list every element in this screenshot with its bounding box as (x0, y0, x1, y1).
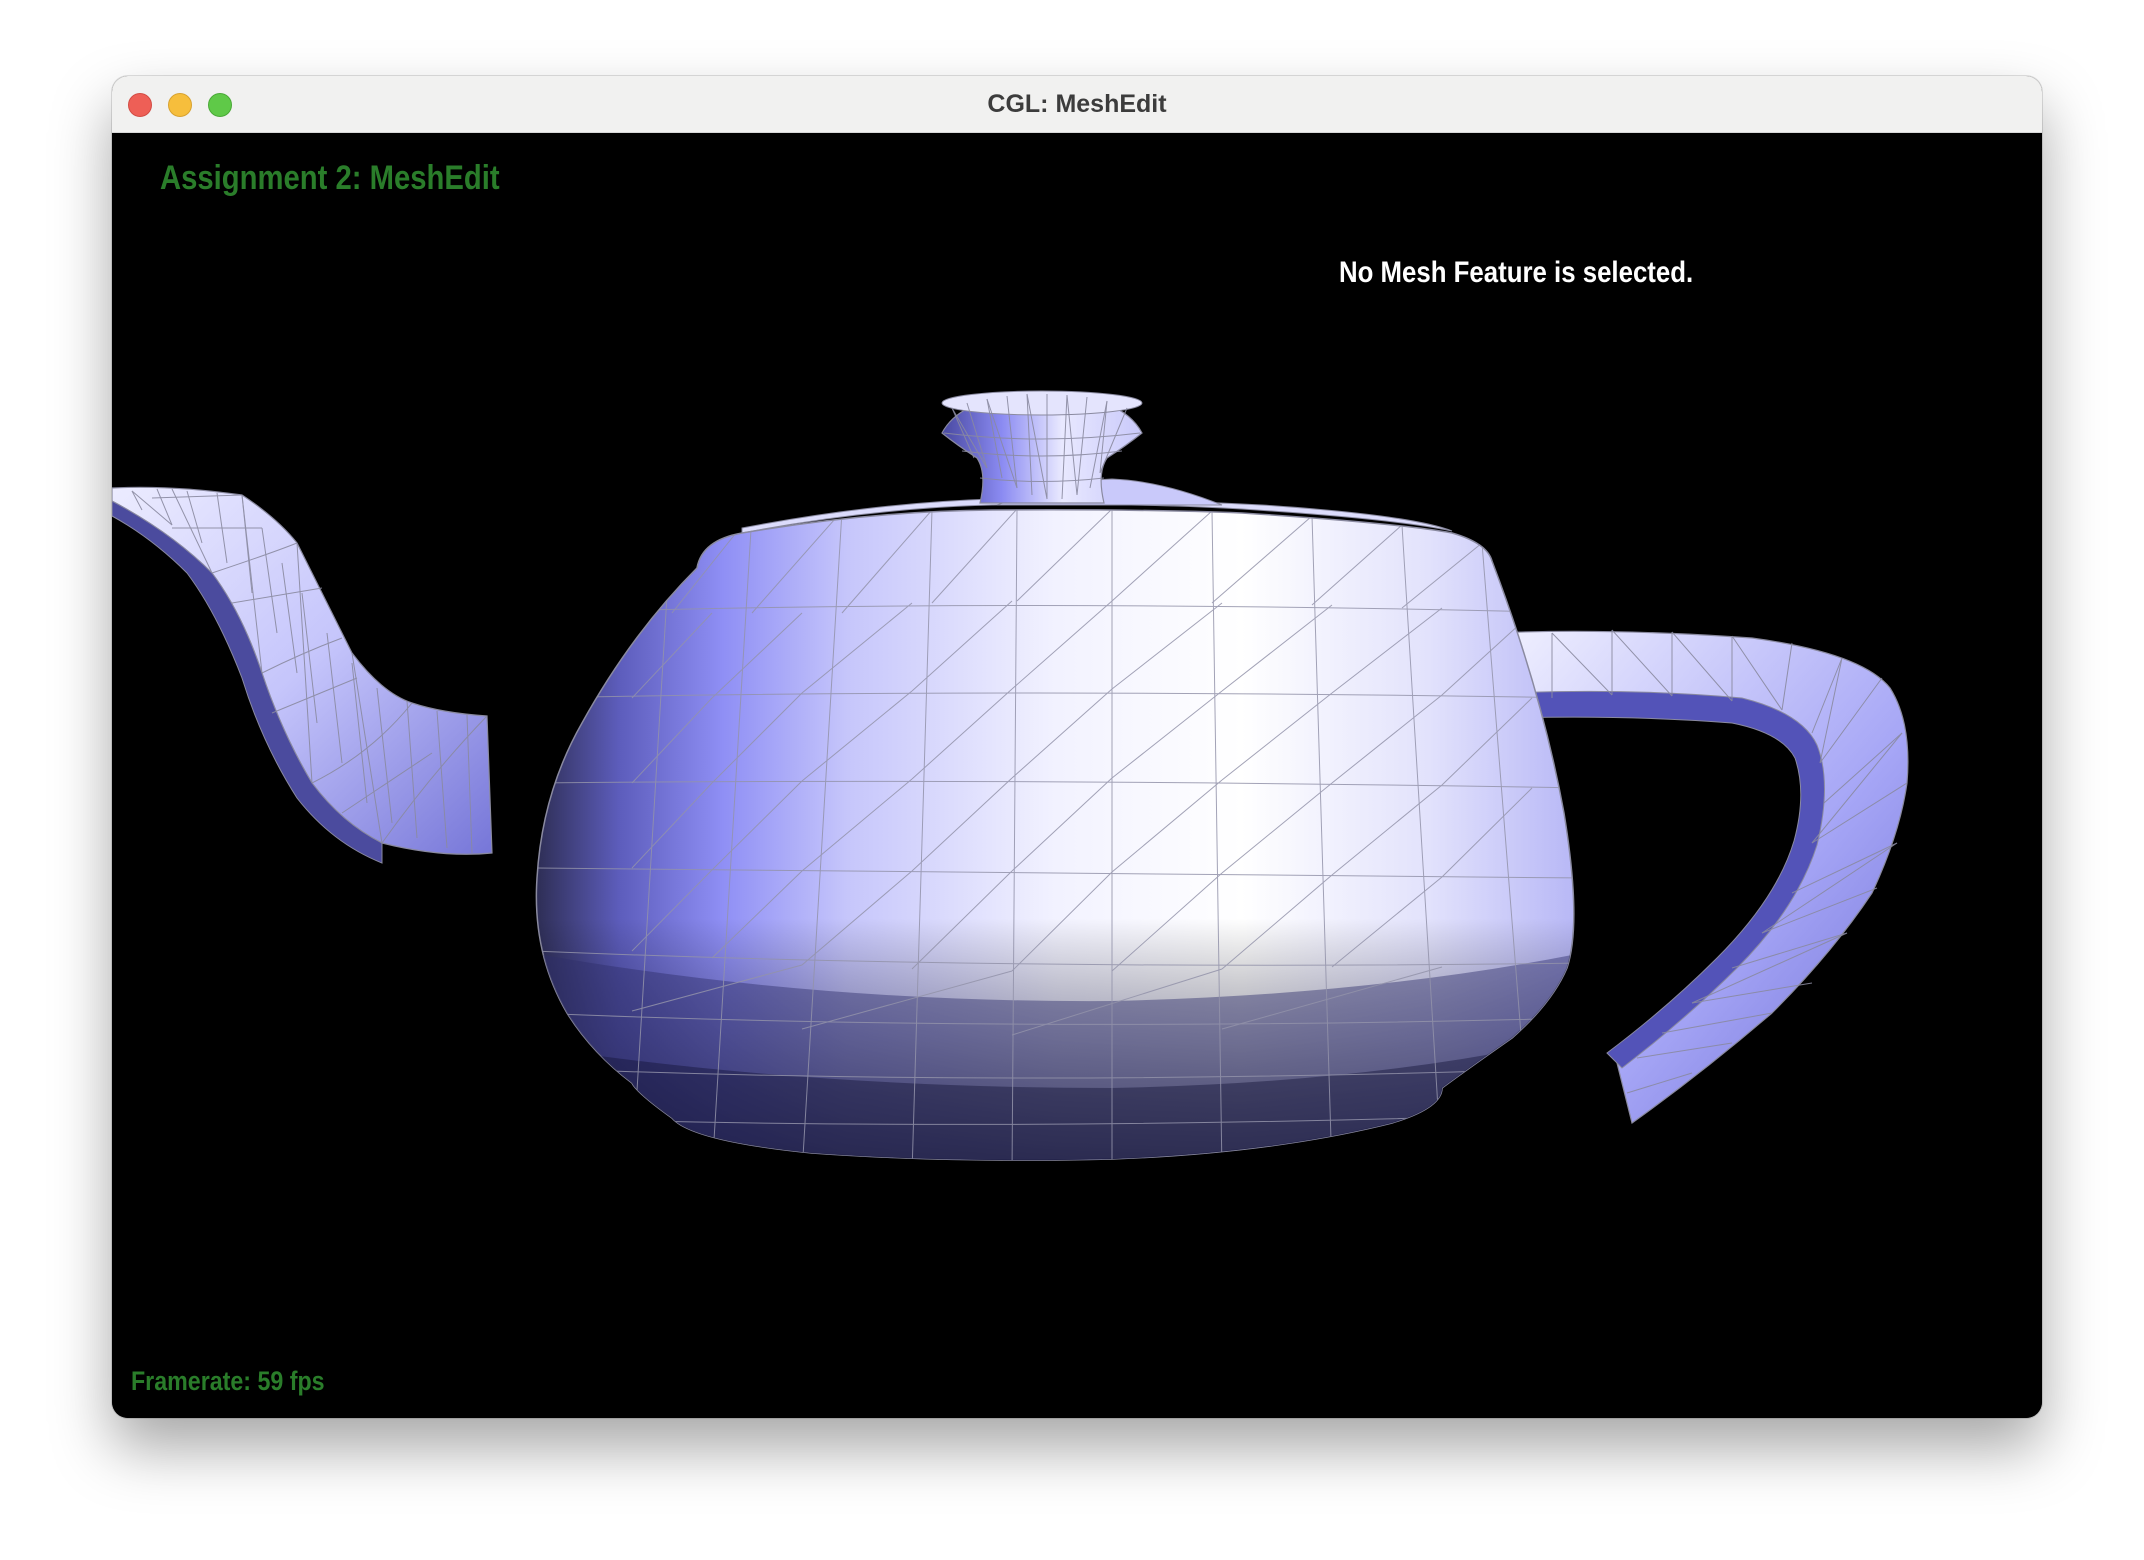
selection-status-text: No Mesh Feature is selected. (1339, 256, 1694, 289)
assignment-title: Assignment 2: MeshEdit (160, 159, 500, 197)
teapot-spout (112, 486, 493, 864)
teapot-body (535, 509, 1575, 1161)
title-bar[interactable]: CGL: MeshEdit (112, 76, 2042, 133)
app-window: CGL: MeshEdit Assignment 2: MeshEdit No … (112, 76, 2042, 1418)
teapot-mesh-render[interactable] (112, 133, 2042, 1418)
framerate-readout: Framerate: 59 fps (131, 1366, 325, 1396)
window-title: CGL: MeshEdit (987, 90, 1167, 118)
mesh-viewport[interactable]: Assignment 2: MeshEdit No Mesh Feature i… (112, 133, 2042, 1418)
